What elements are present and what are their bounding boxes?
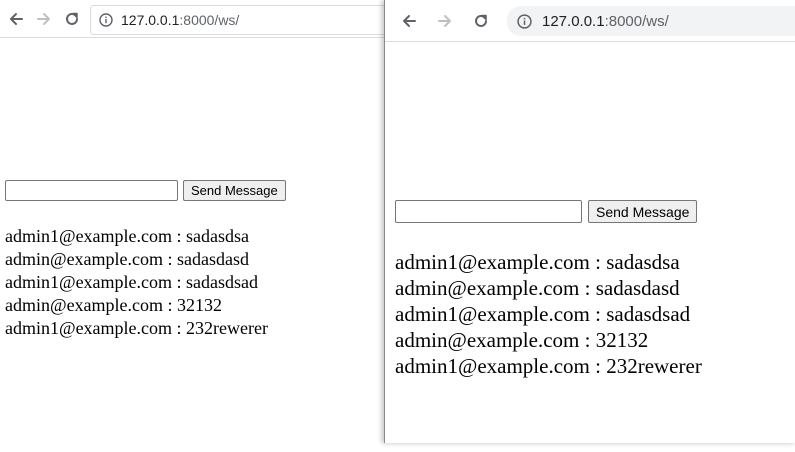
forward-button[interactable] xyxy=(434,10,456,32)
reload-icon xyxy=(66,12,78,25)
url-host: 127.0.0.1 xyxy=(542,12,605,30)
forward-arrow-icon xyxy=(438,15,451,27)
message-item: admin@example.com : sadasdasd xyxy=(5,249,250,269)
message-list: admin1@example.com : sadasdsa admin@exam… xyxy=(395,249,702,379)
reload-icon xyxy=(475,14,487,27)
send-message-button[interactable]: Send Message xyxy=(588,200,698,223)
message-item: admin@example.com : sadasdasd xyxy=(395,276,680,300)
back-arrow-icon xyxy=(403,15,416,27)
reload-button[interactable] xyxy=(470,10,492,32)
browser-toolbar: 127.0.0.1:8000/ws/ xyxy=(385,0,795,42)
address-bar[interactable]: 127.0.0.1:8000/ws/ xyxy=(90,5,386,35)
info-icon[interactable] xyxy=(517,13,532,29)
page-content: Send Message admin1@example.com : sadasd… xyxy=(0,38,386,452)
back-button[interactable] xyxy=(5,8,27,30)
message-input[interactable] xyxy=(5,180,178,201)
url-path: :8000/ws/ xyxy=(179,12,240,28)
message-item: admin@example.com : 32132 xyxy=(395,328,649,352)
chat-form: Send Message xyxy=(5,180,286,201)
screenshot-stage: 127.0.0.1:8000/ws/ Send Message admin1@e… xyxy=(0,0,795,452)
browser-window-right: 127.0.0.1:8000/ws/ Send Message admin1@e… xyxy=(384,0,795,443)
back-arrow-icon xyxy=(10,13,23,25)
back-button[interactable] xyxy=(398,10,420,32)
reload-button[interactable] xyxy=(61,8,83,30)
address-bar[interactable]: 127.0.0.1:8000/ws/ xyxy=(507,6,795,36)
url-text: 127.0.0.1:8000/ws/ xyxy=(542,13,669,30)
message-item: admin1@example.com : sadasdsad xyxy=(5,272,259,292)
info-icon[interactable] xyxy=(99,13,113,27)
message-item: admin1@example.com : sadasdsa xyxy=(395,250,680,274)
send-message-button[interactable]: Send Message xyxy=(183,180,286,201)
page-content: Send Message admin1@example.com : sadasd… xyxy=(385,42,795,443)
chat-form: Send Message xyxy=(395,200,698,223)
message-input[interactable] xyxy=(395,200,582,223)
message-item: admin1@example.com : sadasdsad xyxy=(395,302,691,326)
message-item: admin1@example.com : 232rewerer xyxy=(5,318,268,338)
url-text: 127.0.0.1:8000/ws/ xyxy=(121,12,239,28)
forward-arrow-icon xyxy=(37,13,50,25)
message-item: admin1@example.com : sadasdsa xyxy=(5,226,250,246)
url-host: 127.0.0.1 xyxy=(121,12,180,28)
forward-button[interactable] xyxy=(33,8,55,30)
browser-toolbar: 127.0.0.1:8000/ws/ xyxy=(0,0,386,38)
message-item: admin@example.com : 32132 xyxy=(5,295,223,315)
browser-window-left: 127.0.0.1:8000/ws/ Send Message admin1@e… xyxy=(0,0,386,452)
message-list: admin1@example.com : sadasdsa admin@exam… xyxy=(5,225,268,340)
url-path: :8000/ws/ xyxy=(604,12,669,30)
message-item: admin1@example.com : 232rewerer xyxy=(395,354,702,378)
